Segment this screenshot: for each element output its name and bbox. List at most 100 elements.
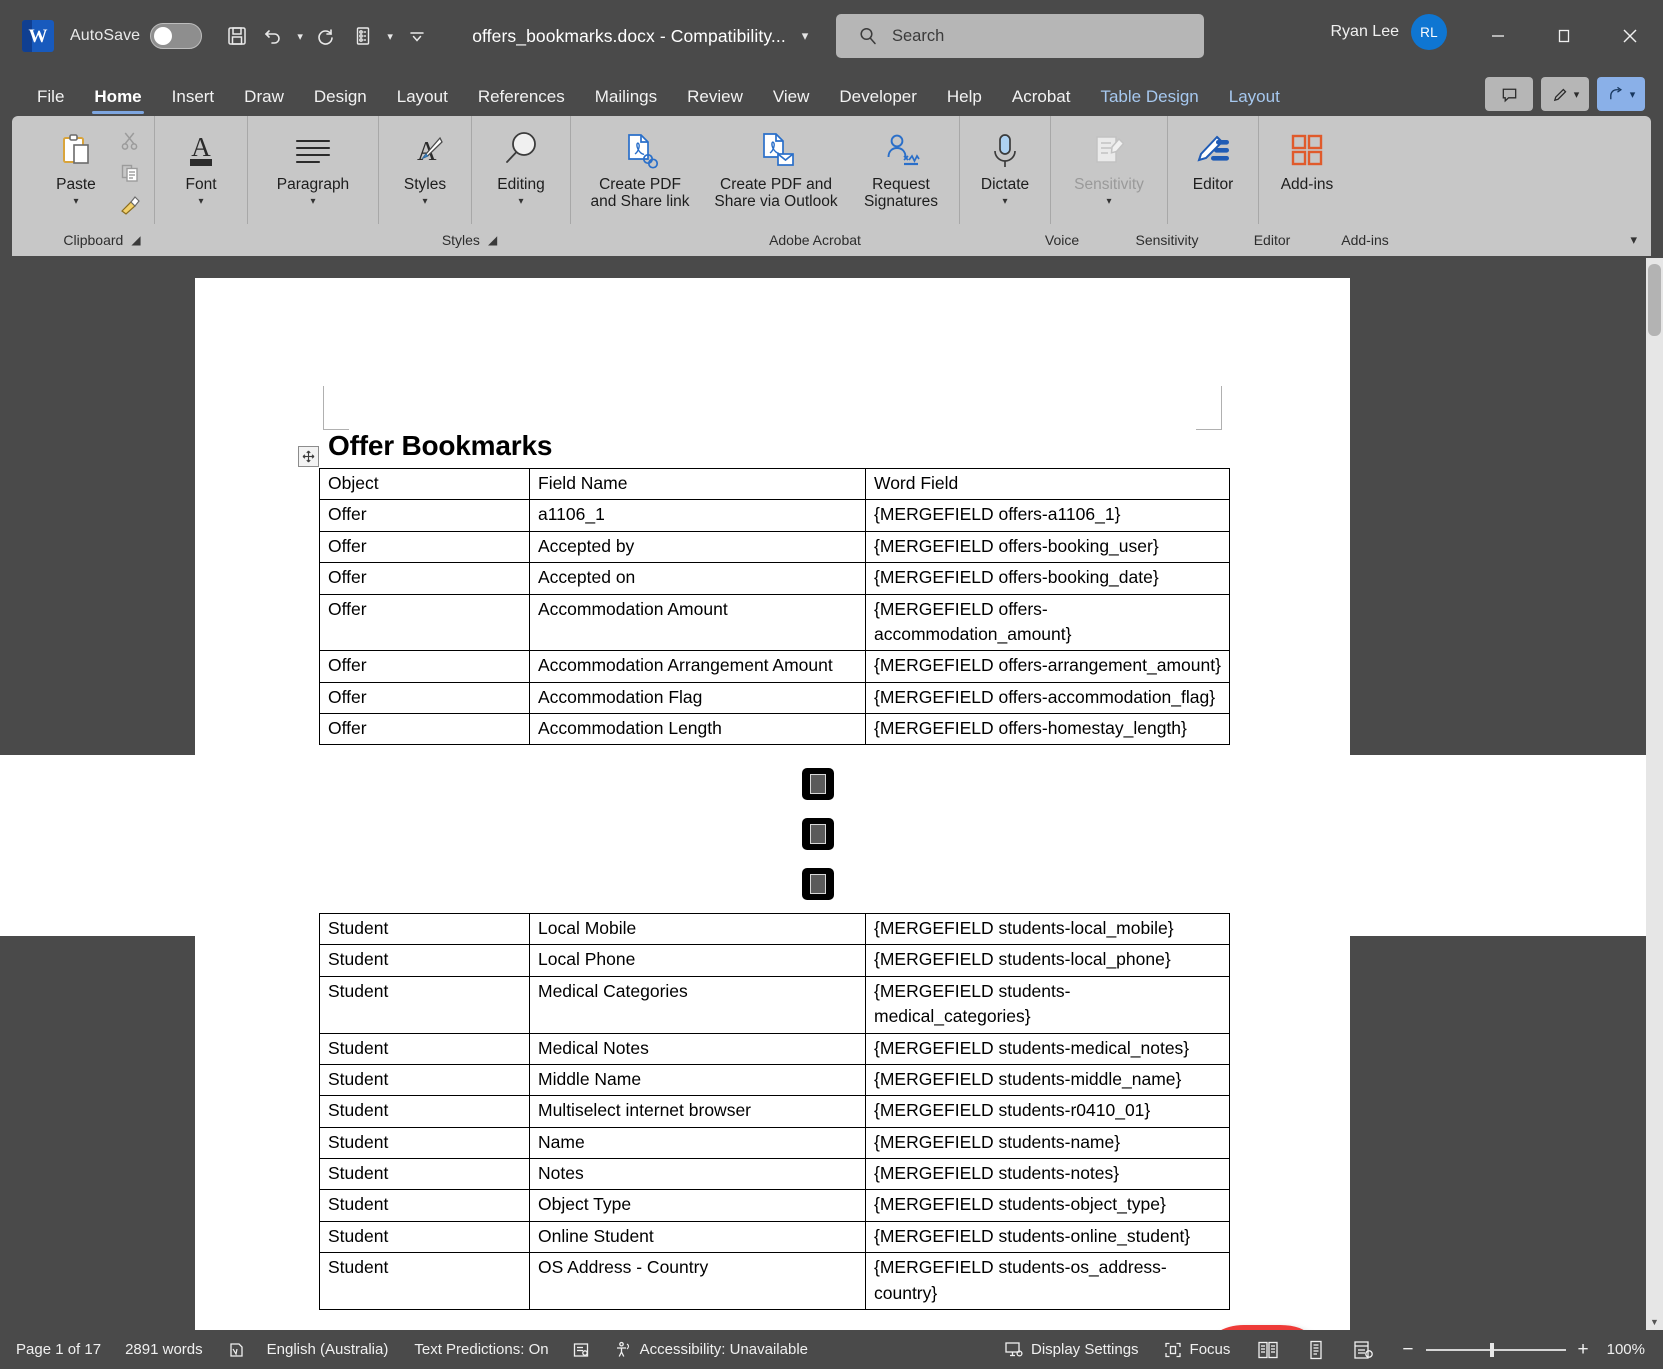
paste-button[interactable]: Paste ▾	[40, 122, 112, 207]
paste-chevron-down-icon[interactable]: ▾	[73, 197, 78, 207]
create-pdf-and-share-via-outlook-button[interactable]: Create PDF and Share via Outlook	[703, 122, 849, 210]
table-row[interactable]: Offer Accommodation Flag {MERGEFIELD off…	[320, 682, 1230, 713]
zoom-out-button[interactable]: −	[1402, 1339, 1413, 1361]
save-icon[interactable]	[220, 19, 254, 53]
table-row[interactable]: Student Online Student {MERGEFIELD stude…	[320, 1221, 1230, 1252]
text-predictions-status[interactable]: Text Predictions: On	[414, 1341, 548, 1358]
paragraph-button[interactable]: Paragraph ▾	[254, 122, 372, 207]
undo-icon[interactable]	[256, 19, 290, 53]
document-page-2[interactable]: Student Local Mobile {MERGEFIELD student…	[195, 936, 1350, 1330]
request-signatures-button[interactable]: Request Signatures	[849, 122, 953, 210]
focus-mode-status-button[interactable]	[571, 1340, 591, 1360]
scroll-down-icon[interactable]: ▼	[1646, 1313, 1663, 1330]
tab-developer[interactable]: Developer	[824, 87, 932, 116]
search-input[interactable]: Search	[836, 14, 1204, 58]
collapse-ribbon-chevron-down-icon[interactable]: ▾	[1630, 232, 1637, 248]
table-header-row[interactable]: Object Field Name Word Field	[320, 469, 1230, 500]
table-row[interactable]: Offer Accepted on {MERGEFIELD offers-boo…	[320, 563, 1230, 594]
display-settings-button[interactable]: Display Settings	[1003, 1339, 1139, 1360]
table-row[interactable]: Student OS Address - Country {MERGEFIELD…	[320, 1253, 1230, 1310]
tab-help[interactable]: Help	[932, 87, 997, 116]
tab-home[interactable]: Home	[79, 87, 156, 116]
web-layout-button[interactable]	[1352, 1339, 1374, 1361]
autosave-toggle[interactable]	[150, 23, 202, 49]
table-row[interactable]: Offer Accommodation Length {MERGEFIELD o…	[320, 714, 1230, 745]
tab-draw[interactable]: Draw	[229, 87, 299, 116]
table-row[interactable]: Student Medical Categories {MERGEFIELD s…	[320, 976, 1230, 1033]
table-row[interactable]: Student Multiselect internet browser {ME…	[320, 1096, 1230, 1127]
tab-table-design[interactable]: Table Design	[1085, 87, 1213, 116]
minimize-button[interactable]	[1465, 0, 1531, 72]
cut-button[interactable]	[112, 126, 148, 156]
maximize-button[interactable]	[1531, 0, 1597, 72]
word-count-status[interactable]: 2891 words	[125, 1341, 203, 1358]
table-row[interactable]: Offer Accepted by {MERGEFIELD offers-boo…	[320, 531, 1230, 562]
editing-button[interactable]: Editing ▾	[478, 122, 564, 207]
language-status[interactable]: English (Australia)	[267, 1341, 389, 1358]
proofing-status-button[interactable]	[227, 1340, 247, 1360]
sensitivity-button[interactable]: Sensitivity ▾	[1057, 122, 1161, 207]
tab-insert[interactable]: Insert	[157, 87, 230, 116]
dictate-chevron-down-icon[interactable]: ▾	[1002, 197, 1007, 207]
tab-table-layout[interactable]: Layout	[1214, 87, 1295, 116]
document-canvas[interactable]: Offer Bookmarks Object Field Name Word F…	[0, 256, 1663, 1330]
table-row[interactable]: Student Middle Name {MERGEFIELD students…	[320, 1064, 1230, 1095]
read-mode-button[interactable]	[1256, 1339, 1280, 1361]
editing-mode-button[interactable]: ▾	[1541, 77, 1589, 111]
tab-view[interactable]: View	[758, 87, 825, 116]
account-button[interactable]: Ryan Lee RL	[1331, 14, 1448, 50]
table-row[interactable]: Student Medical Notes {MERGEFIELD studen…	[320, 1033, 1230, 1064]
print-preview-icon[interactable]	[346, 19, 380, 53]
editing-chevron-down-icon[interactable]: ▾	[518, 197, 523, 207]
styles-button[interactable]: A Styles ▾	[385, 122, 465, 207]
styles-dialog-launcher[interactable]: ◢	[488, 233, 497, 247]
table-row[interactable]: Student Local Phone {MERGEFIELD students…	[320, 945, 1230, 976]
table-row[interactable]: Offer a1106_1 {MERGEFIELD offers-a1106_1…	[320, 500, 1230, 531]
document-page-1[interactable]: Offer Bookmarks Object Field Name Word F…	[195, 278, 1350, 755]
sensitivity-chevron-down-icon[interactable]: ▾	[1106, 197, 1111, 207]
tab-review[interactable]: Review	[672, 87, 758, 116]
comments-button[interactable]	[1485, 77, 1533, 111]
tab-layout[interactable]: Layout	[382, 87, 463, 116]
accessibility-status[interactable]: Accessibility: Unavailable	[613, 1340, 808, 1360]
focus-button[interactable]: Focus	[1163, 1340, 1231, 1360]
tab-file[interactable]: File	[22, 87, 79, 116]
paragraph-chevron-down-icon[interactable]: ▾	[310, 197, 315, 207]
print-dropdown-chevron-down-icon[interactable]: ▾	[382, 19, 398, 53]
table-row[interactable]: Student Notes {MERGEFIELD students-notes…	[320, 1159, 1230, 1190]
table-row[interactable]: Offer Accommodation Amount {MERGEFIELD o…	[320, 594, 1230, 651]
vertical-scrollbar[interactable]: ▲ ▼	[1646, 258, 1663, 1330]
dictate-button[interactable]: Dictate ▾	[966, 122, 1044, 207]
font-chevron-down-icon[interactable]: ▾	[198, 197, 203, 207]
zoom-slider-handle[interactable]	[1490, 1343, 1494, 1357]
undo-dropdown-chevron-down-icon[interactable]: ▾	[292, 19, 308, 53]
redo-icon[interactable]	[310, 19, 344, 53]
styles-chevron-down-icon[interactable]: ▾	[422, 197, 427, 207]
clipboard-dialog-launcher[interactable]: ◢	[131, 233, 140, 247]
zoom-in-button[interactable]: +	[1578, 1339, 1589, 1361]
scrollbar-thumb[interactable]	[1648, 264, 1661, 336]
addins-button[interactable]: Add-ins	[1265, 122, 1349, 194]
table-row[interactable]: Offer Accommodation Arrangement Amount {…	[320, 651, 1230, 682]
share-button[interactable]: ▾	[1597, 77, 1645, 111]
table-move-handle[interactable]	[298, 446, 319, 467]
tab-mailings[interactable]: Mailings	[580, 87, 672, 116]
tab-acrobat[interactable]: Acrobat	[997, 87, 1086, 116]
create-pdf-and-share-link-button[interactable]: Create PDF and Share link	[577, 122, 703, 210]
title-chevron-down-icon[interactable]: ▾	[802, 28, 809, 44]
customize-quick-access-toolbar-icon[interactable]	[400, 19, 434, 53]
tab-design[interactable]: Design	[299, 87, 382, 116]
font-button[interactable]: A Font ▾	[161, 122, 241, 207]
format-painter-button[interactable]	[112, 190, 148, 220]
offer-bookmarks-table[interactable]: Object Field Name Word Field Offer a1106…	[319, 468, 1230, 745]
tab-references[interactable]: References	[463, 87, 580, 116]
zoom-slider[interactable]	[1426, 1343, 1566, 1357]
page-number-status[interactable]: Page 1 of 17	[16, 1341, 101, 1358]
copy-button[interactable]	[112, 158, 148, 188]
editor-button[interactable]: Editor	[1174, 122, 1252, 194]
zoom-level-label[interactable]: 100%	[1607, 1341, 1645, 1358]
print-layout-button[interactable]	[1306, 1339, 1326, 1361]
table-row-highlighted[interactable]: Student Name {MERGEFIELD students-name}	[320, 1127, 1230, 1158]
table-row[interactable]: Student Local Mobile {MERGEFIELD student…	[320, 914, 1230, 945]
table-row[interactable]: Student Object Type {MERGEFIELD students…	[320, 1190, 1230, 1221]
